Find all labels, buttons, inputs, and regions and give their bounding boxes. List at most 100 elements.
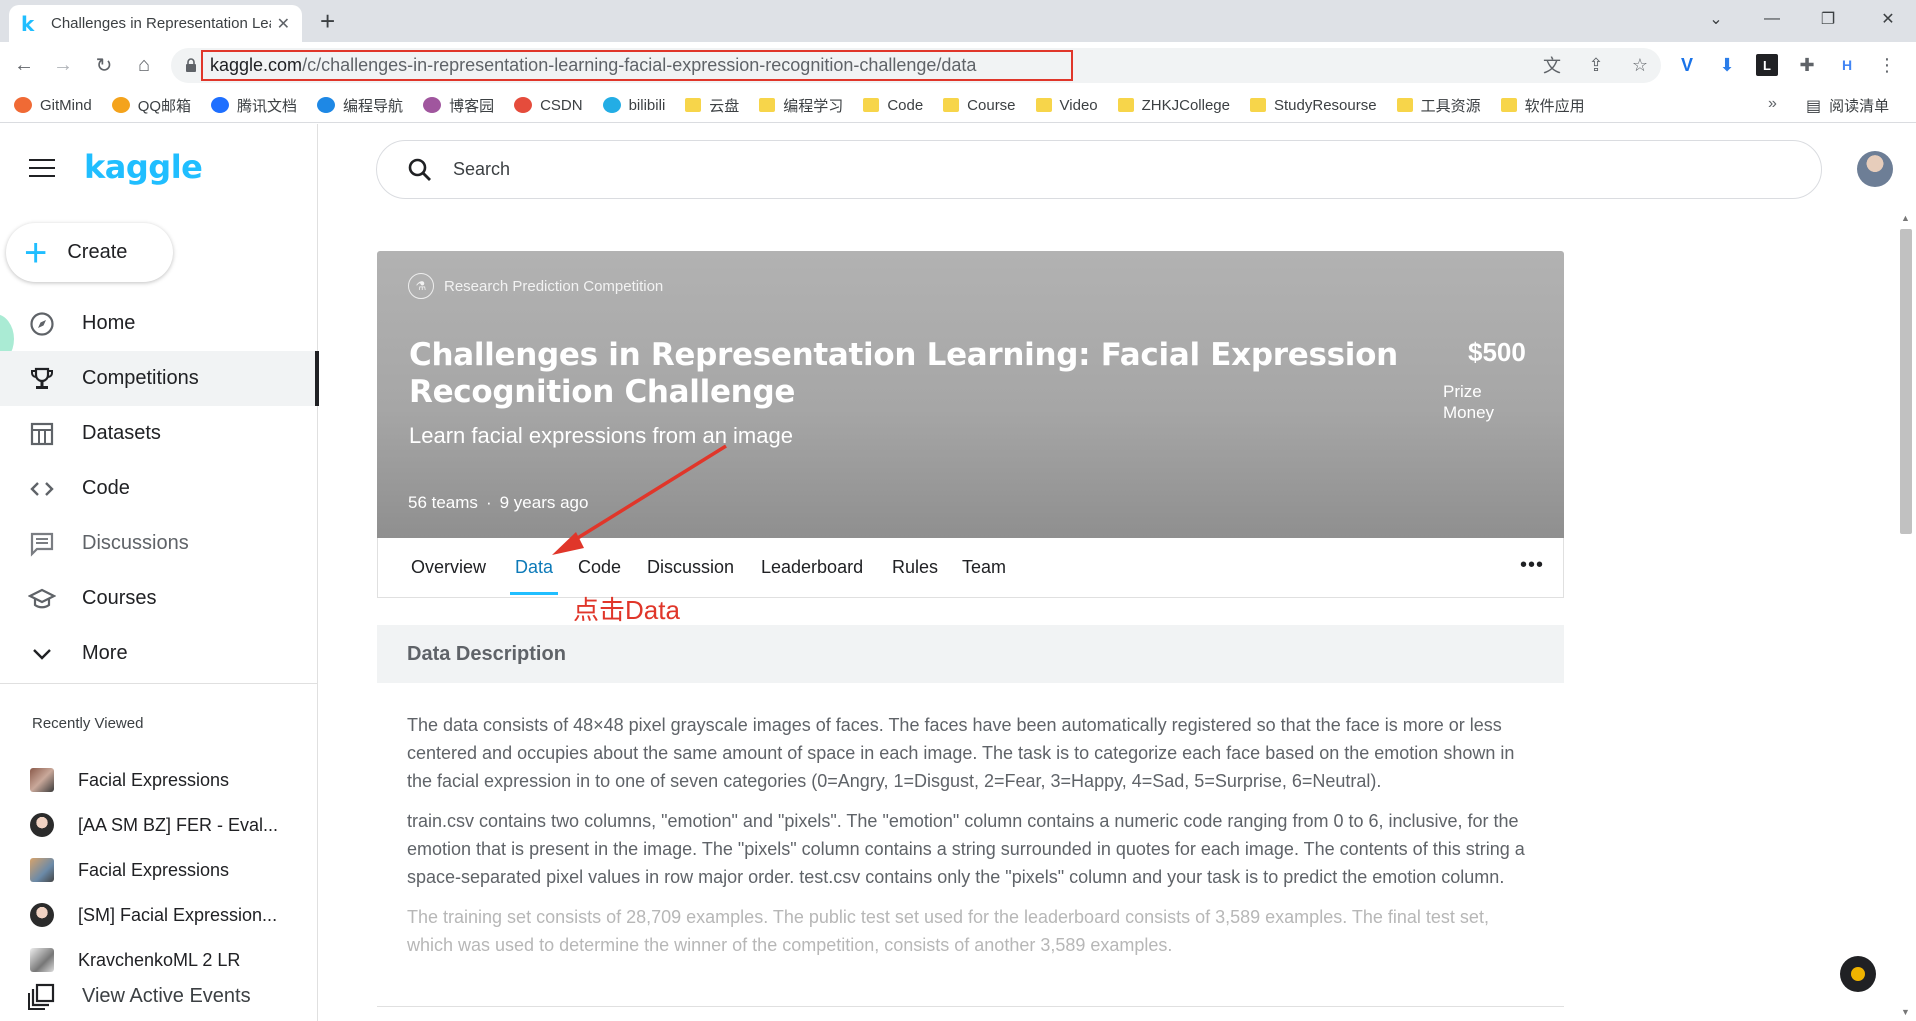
browser-menu-icon[interactable]: ⋮ — [1876, 54, 1898, 76]
scrollbar-thumb[interactable] — [1900, 229, 1912, 534]
tab-data[interactable]: Data — [515, 557, 553, 578]
recently-viewed-item[interactable]: Facial Expressions — [30, 760, 310, 800]
search-input[interactable]: Search — [453, 159, 510, 180]
bookmark-label: CSDN — [540, 96, 583, 114]
sidebar-item-home[interactable]: Home — [0, 296, 318, 351]
folder-icon — [1035, 98, 1052, 112]
sidebar-item-more[interactable]: More — [0, 626, 318, 681]
tencent-docs-icon — [211, 97, 230, 113]
content-divider — [377, 1006, 1564, 1007]
kaggle-logo[interactable]: kaggle — [84, 148, 203, 186]
restore-icon[interactable]: ❐ — [1800, 0, 1856, 38]
bookmark-item[interactable]: StudyResourse — [1250, 97, 1377, 114]
tab-title: Challenges in Representation Learning: F… — [51, 15, 271, 32]
recently-viewed-label: [AA SM BZ] FER - Eval... — [78, 814, 279, 835]
home-icon[interactable]: ⌂ — [129, 50, 159, 80]
bookmark-item[interactable]: 编程学习 — [759, 95, 843, 116]
bookmark-item[interactable]: 软件应用 — [1500, 95, 1585, 116]
avatar-image — [30, 903, 54, 927]
code-nav-icon — [317, 97, 336, 113]
code-brackets-icon — [28, 475, 56, 503]
chevron-down-icon — [28, 640, 56, 668]
extensions-area: V ⬇ L ✚ H ⋮ — [1676, 54, 1898, 76]
translate-icon[interactable]: 文 — [1541, 54, 1563, 76]
recently-viewed-item[interactable]: KravchenkoML 2 LR — [30, 940, 310, 980]
bookmark-label: Course — [967, 96, 1016, 114]
competition-type: ⚗ Research Prediction Competition — [408, 273, 663, 299]
extensions-puzzle-icon[interactable]: ✚ — [1796, 54, 1818, 76]
bookmark-item[interactable]: bilibili — [602, 97, 665, 114]
sidebar-item-competitions[interactable]: Competitions — [0, 351, 319, 406]
bookmark-item[interactable]: 编程导航 — [317, 95, 403, 116]
hamburger-menu-icon[interactable] — [29, 159, 55, 177]
sidebar-item-courses[interactable]: Courses — [0, 571, 318, 626]
sidebar-item-discussions[interactable]: Discussions — [0, 516, 318, 571]
bookmark-star-icon[interactable]: ☆ — [1629, 54, 1651, 76]
scroll-up-icon[interactable]: ▲ — [1901, 213, 1910, 223]
reading-list-button[interactable]: ▤ 阅读清单 — [1806, 95, 1889, 116]
sidebar-divider — [0, 683, 318, 684]
extension-v-icon[interactable]: V — [1676, 54, 1698, 76]
more-options-icon[interactable]: ••• — [1520, 554, 1544, 577]
lock-icon — [186, 58, 196, 72]
bookmark-item[interactable]: 博客园 — [423, 95, 494, 116]
create-button[interactable]: + Create — [6, 223, 173, 282]
csdn-icon — [514, 97, 533, 113]
new-tab-icon[interactable]: + — [320, 6, 335, 36]
bookmark-item[interactable]: Video — [1035, 97, 1098, 114]
tab-overview[interactable]: Overview — [411, 557, 486, 578]
extension-h-icon[interactable]: H — [1836, 54, 1858, 76]
url-highlight-box[interactable]: kaggle.com/c/challenges-in-representatio… — [201, 50, 1073, 81]
sidebar-item-label: Competitions — [82, 367, 199, 389]
folder-icon — [1396, 98, 1413, 112]
bookmark-label: 编程导航 — [343, 97, 404, 115]
reload-icon[interactable]: ↻ — [89, 50, 119, 80]
bookmark-item[interactable]: QQ邮箱 — [111, 95, 191, 116]
folder-icon — [1500, 98, 1517, 112]
competition-header: ⚗ Research Prediction Competition Challe… — [377, 251, 1564, 538]
recently-viewed-item[interactable]: [AA SM BZ] FER - Eval... — [30, 805, 310, 845]
bookmark-item[interactable]: ZHKJCollege — [1117, 97, 1230, 114]
view-active-events-button[interactable]: View Active Events — [28, 982, 251, 1010]
minimize-icon[interactable]: — — [1744, 0, 1800, 38]
share-icon[interactable]: ⇪ — [1585, 54, 1607, 76]
address-bar[interactable]: kaggle.com/c/challenges-in-representatio… — [171, 48, 1661, 83]
feedback-icon[interactable] — [1840, 956, 1876, 992]
scroll-down-icon[interactable]: ▼ — [1901, 1007, 1910, 1017]
extension-download-icon[interactable]: ⬇ — [1716, 54, 1738, 76]
bookmark-item[interactable]: Course — [943, 96, 1016, 114]
tab-rules[interactable]: Rules — [892, 557, 938, 578]
tab-team[interactable]: Team — [962, 557, 1006, 578]
bookmark-item[interactable]: CSDN — [514, 97, 583, 114]
prize-label: Prize Money — [1443, 382, 1495, 422]
tab-search-chevron-icon[interactable]: ⌄ — [1688, 0, 1744, 38]
bookmark-item[interactable]: Code — [863, 97, 923, 114]
browser-tab[interactable]: k Challenges in Representation Learning:… — [9, 5, 302, 42]
bookmark-label: Code — [887, 96, 924, 114]
bookmark-item[interactable]: 工具资源 — [1396, 95, 1481, 116]
folder-icon — [685, 98, 702, 112]
forward-icon[interactable]: → — [48, 50, 78, 80]
back-icon[interactable]: ← — [9, 50, 39, 80]
recently-viewed-item[interactable]: [SM] Facial Expression... — [30, 895, 310, 935]
recently-viewed-item[interactable]: Facial Expressions — [30, 850, 310, 890]
browser-tab-bar: k Challenges in Representation Learning:… — [0, 0, 1916, 42]
annotation-text: 点击Data — [573, 595, 680, 625]
tab-leaderboard[interactable]: Leaderboard — [761, 557, 863, 578]
extension-l-icon[interactable]: L — [1756, 54, 1778, 76]
bookmarks-more-icon[interactable]: » — [1768, 95, 1777, 113]
bookmark-item[interactable]: 云盘 — [685, 95, 739, 116]
sidebar-item-code[interactable]: Code — [0, 461, 318, 516]
sidebar-item-datasets[interactable]: Datasets — [0, 406, 318, 461]
trophy-icon — [28, 365, 56, 393]
page-scrollbar[interactable]: ▲ ▼ — [1896, 211, 1916, 1021]
user-avatar[interactable] — [1857, 151, 1893, 187]
tab-discussion[interactable]: Discussion — [647, 557, 734, 578]
window-close-icon[interactable]: ✕ — [1860, 0, 1916, 38]
bookmark-item[interactable]: GitMind — [14, 97, 92, 114]
close-tab-icon[interactable]: ✕ — [277, 14, 290, 34]
bookmark-item[interactable]: 腾讯文档 — [211, 95, 297, 116]
tab-code[interactable]: Code — [578, 557, 621, 578]
browser-toolbar: ← → ↻ ⌂ kaggle.com/c/challenges-in-repre… — [0, 42, 1916, 88]
search-bar[interactable]: Search — [376, 140, 1822, 199]
